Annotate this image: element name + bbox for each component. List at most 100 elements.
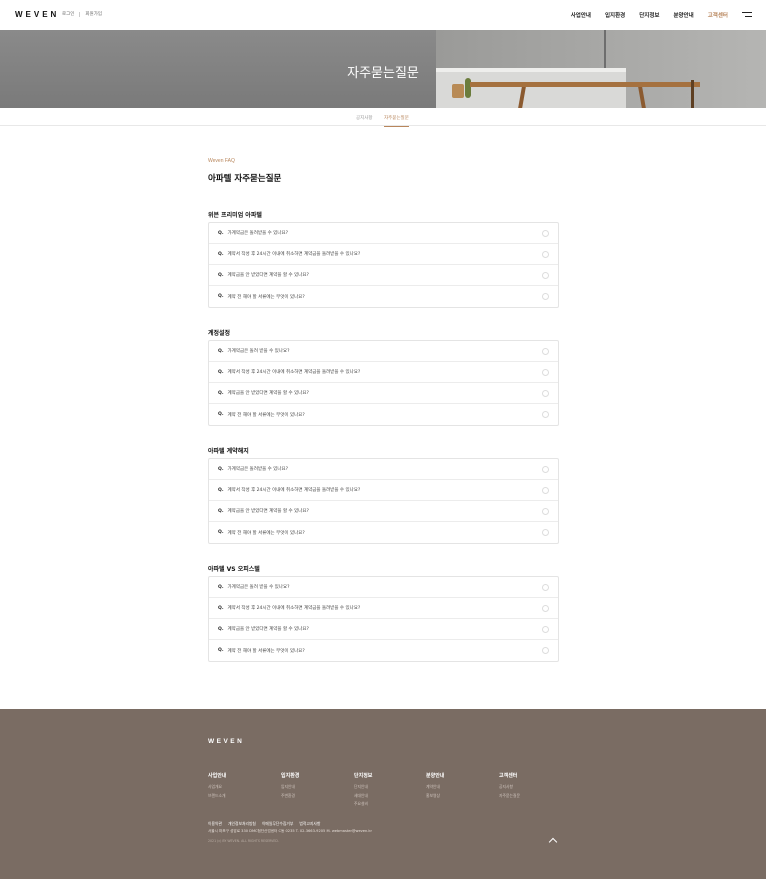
expand-icon[interactable] xyxy=(542,605,549,612)
faq-q-prefix: Q. xyxy=(218,251,224,257)
faq-q-prefix: Q. xyxy=(218,466,224,472)
faq-section-title: 위븐 프리미엄 아파텔 xyxy=(208,212,262,219)
site-header: WEVEN 로그인 회원가입 사업안내 입지환경 단지정보 분양안내 고객센터 xyxy=(0,0,766,30)
tab-notice[interactable]: 공지사항 xyxy=(356,115,373,121)
faq-q-prefix: Q. xyxy=(218,626,224,632)
faq-item[interactable]: Q. 계약 전 해야 할 서류에는 무엇이 있나요? xyxy=(209,522,558,543)
faq-section-title: 아파텔 VS 오피스텔 xyxy=(208,566,260,573)
faq-item[interactable]: Q. 계약 전 해야 할 서류에는 무엇이 있나요? xyxy=(209,404,558,425)
faq-question: 계약금을 안 받았다면 계약을 할 수 있나요? xyxy=(227,509,309,514)
footer-link[interactable]: 주변환경 xyxy=(281,793,299,799)
footer-column: 입지환경입지안내주변환경 xyxy=(281,772,299,801)
faq-item[interactable]: Q. 계약금을 안 받았다면 계약을 할 수 있나요? xyxy=(209,619,558,640)
expand-icon[interactable] xyxy=(542,293,549,300)
expand-icon[interactable] xyxy=(542,272,549,279)
faq-section-title: 계정설정 xyxy=(208,330,231,337)
footer-link[interactable]: 홍보영상 xyxy=(426,793,444,799)
faq-question: 계약서 작성 후 24시간 이내에 취소하면 계약금을 돌려받을 수 있나요? xyxy=(227,606,361,611)
site-footer: WEVEN 사업안내 사업개요 브랜드소개 입지환경 입지안내 주변환경 단지정보 단지안내 세… xyxy=(0,709,766,879)
faq-question: 가계약금은 돌려 받을 수 있나요? xyxy=(227,585,290,590)
footer-column: 단지정보단지안내세대안내주요설비 xyxy=(354,772,372,810)
expand-icon[interactable] xyxy=(542,466,549,473)
faq-section: 위븐 프리미엄 아파텔 Q. 가계약금은 돌려받을 수 있나요? Q. 계약서 작성 후… xyxy=(208,210,559,308)
sub-nav: 공지사항 자주묻는질문 xyxy=(0,108,766,127)
faq-item[interactable]: Q. 계약금을 안 받았다면 계약을 할 수 있나요? xyxy=(209,383,558,404)
footer-column: 고객센터공지사항자주묻는질문 xyxy=(499,772,520,801)
faq-item[interactable]: Q. 계약금을 안 받았다면 계약을 할 수 있나요? xyxy=(209,265,558,286)
faq-list: Q. 가계약금은 돌려받을 수 있나요? Q. 계약서 작성 후 24시간 이내에 취… xyxy=(208,458,559,544)
footer-column-heading[interactable]: 입지환경 xyxy=(281,772,299,779)
faq-item[interactable]: Q. 가계약금은 돌려받을 수 있나요? xyxy=(209,223,558,244)
faq-question: 계약 전 해야 할 서류에는 무엇이 있나요? xyxy=(227,648,305,654)
footer-link[interactable]: 단지안내 xyxy=(354,784,372,790)
scroll-top-icon[interactable] xyxy=(548,836,559,847)
faq-question: 계약 전 해야 할 서류에는 무엇이 있나요? xyxy=(227,294,305,300)
footer-link-privacy[interactable]: 개인정보처리방침 xyxy=(228,821,256,827)
expand-icon[interactable] xyxy=(542,584,549,591)
footer-column-heading[interactable]: 고객센터 xyxy=(499,772,520,779)
faq-question: 계약금을 안 받았다면 계약을 할 수 있나요? xyxy=(227,627,309,632)
faq-item[interactable]: Q. 계약서 작성 후 24시간 이내에 취소하면 계약금을 돌려받을 수 있나요… xyxy=(209,598,558,619)
faq-section: 계정설정 Q. 가계약금은 돌려 받을 수 있나요? Q. 계약서 작성 후 24시간 … xyxy=(208,328,559,426)
faq-item[interactable]: Q. 계약금을 안 받았다면 계약을 할 수 있나요? xyxy=(209,501,558,522)
expand-icon[interactable] xyxy=(542,390,549,397)
footer-link[interactable]: 주요설비 xyxy=(354,801,372,807)
faq-question: 가계약금은 돌려 받을 수 있나요? xyxy=(227,349,290,354)
footer-link[interactable]: 세대안내 xyxy=(354,793,372,799)
tab-faq[interactable]: 자주묻는질문 xyxy=(384,115,409,127)
expand-icon[interactable] xyxy=(542,529,549,536)
util-links: 로그인 회원가입 xyxy=(62,11,102,17)
expand-icon[interactable] xyxy=(542,647,549,654)
nav-customer-center[interactable]: 고객센터 xyxy=(708,11,728,19)
site-logo[interactable]: WEVEN xyxy=(15,10,59,19)
menu-icon[interactable] xyxy=(742,12,752,18)
nav-complex[interactable]: 단지정보 xyxy=(639,11,659,19)
expand-icon[interactable] xyxy=(542,411,549,418)
nav-business[interactable]: 사업안내 xyxy=(571,11,591,19)
footer-link[interactable]: 사업개요 xyxy=(208,784,226,790)
main-nav: 사업안내 입지환경 단지정보 분양안내 고객센터 xyxy=(557,11,728,19)
faq-q-prefix: Q. xyxy=(218,412,224,417)
faq-question: 계약금을 안 받았다면 계약을 할 수 있나요? xyxy=(227,391,309,396)
util-divider xyxy=(79,11,81,17)
footer-link-legal[interactable]: 법적고지사항 xyxy=(299,821,320,827)
footer-link[interactable]: 입지안내 xyxy=(281,784,299,790)
faq-list: Q. 가계약금은 돌려 받을 수 있나요? Q. 계약서 작성 후 24시간 이내에 … xyxy=(208,576,559,662)
footer-column-heading[interactable]: 단지정보 xyxy=(354,772,372,779)
expand-icon[interactable] xyxy=(542,487,549,494)
faq-question: 계약금을 안 받았다면 계약을 할 수 있나요? xyxy=(227,273,309,278)
expand-icon[interactable] xyxy=(542,230,549,237)
faq-item[interactable]: Q. 계약서 작성 후 24시간 이내에 취소하면 계약금을 돌려받을 수 있나요… xyxy=(209,480,558,501)
nav-location[interactable]: 입지환경 xyxy=(605,11,625,19)
footer-link-terms[interactable]: 이용약관 xyxy=(208,821,222,827)
expand-icon[interactable] xyxy=(542,369,549,376)
login-link[interactable]: 로그인 xyxy=(62,11,74,17)
faq-item[interactable]: Q. 계약서 작성 후 24시간 이내에 취소하면 계약금을 돌려받을 수 있나요… xyxy=(209,362,558,383)
faq-item[interactable]: Q. 가계약금은 돌려 받을 수 있나요? xyxy=(209,577,558,598)
hero-title: 자주묻는질문 xyxy=(347,66,419,81)
footer-link-email[interactable]: 이메일무단수집거부 xyxy=(262,821,293,827)
faq-item[interactable]: Q. 가계약금은 돌려받을 수 있나요? xyxy=(209,459,558,480)
expand-icon[interactable] xyxy=(542,348,549,355)
faq-question: 계약서 작성 후 24시간 이내에 취소하면 계약금을 돌려받을 수 있나요? xyxy=(227,252,361,257)
footer-copyright: 2021 (c) BY WEVEN. ALL RIGHTS RESERVED. xyxy=(208,839,279,843)
expand-icon[interactable] xyxy=(542,508,549,515)
faq-question: 계약 전 해야 할 서류에는 무엇이 있나요? xyxy=(227,530,305,536)
faq-item[interactable]: Q. 계약 전 해야 할 서류에는 무엇이 있나요? xyxy=(209,640,558,661)
faq-item[interactable]: Q. 가계약금은 돌려 받을 수 있나요? xyxy=(209,341,558,362)
footer-link[interactable]: 브랜드소개 xyxy=(208,793,226,799)
faq-item[interactable]: Q. 계약서 작성 후 24시간 이내에 취소하면 계약금을 돌려받을 수 있나요… xyxy=(209,244,558,265)
footer-link[interactable]: 공지사항 xyxy=(499,784,520,790)
faq-item[interactable]: Q. 계약 전 해야 할 서류에는 무엇이 있나요? xyxy=(209,286,558,307)
faq-kicker: Weven FAQ xyxy=(208,158,235,164)
footer-link[interactable]: 계약안내 xyxy=(426,784,444,790)
faq-q-prefix: Q. xyxy=(218,390,224,396)
nav-sales[interactable]: 분양안내 xyxy=(674,11,694,19)
footer-column-heading[interactable]: 분양안내 xyxy=(426,772,444,779)
signup-link[interactable]: 회원가입 xyxy=(85,11,102,17)
expand-icon[interactable] xyxy=(542,251,549,258)
expand-icon[interactable] xyxy=(542,626,549,633)
footer-column-heading[interactable]: 사업안내 xyxy=(208,772,226,779)
footer-link[interactable]: 자주묻는질문 xyxy=(499,793,520,799)
faq-q-prefix: Q. xyxy=(218,348,224,354)
